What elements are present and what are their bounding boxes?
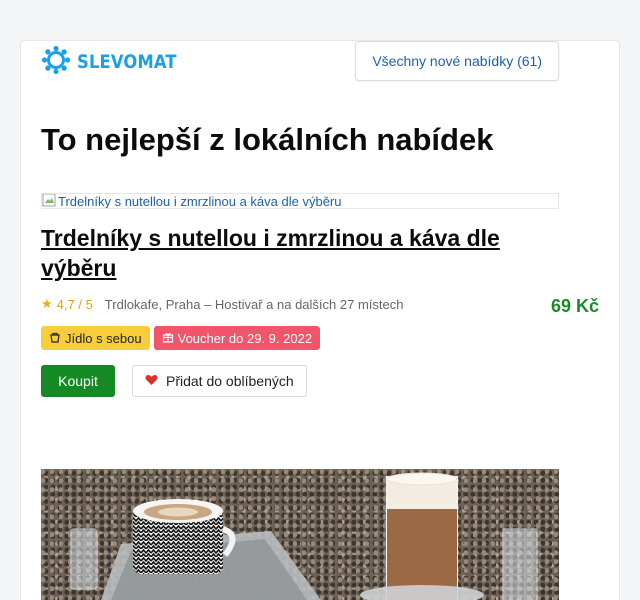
add-to-favorites-button[interactable]: Přidat do oblíbených (132, 365, 307, 397)
all-offers-button[interactable]: Všechny nové nabídky (61) (355, 41, 559, 81)
heart-icon (145, 373, 158, 389)
deal-price: 69 Kč (550, 296, 599, 316)
gift-icon (162, 331, 174, 346)
badge-voucher-label: Voucher do 29. 9. 2022 (177, 330, 313, 346)
badge-takeaway-label: Jídlo s sebou (65, 330, 142, 346)
deal-rating: 4,7 / 5 (56, 296, 93, 312)
add-to-favorites-label: Přidat do oblíbených (166, 373, 294, 389)
deal-meta: ★ 4,7 / 5 Trdlokafe, Praha – Hostivař a … (41, 296, 403, 312)
star-icon: ★ (41, 296, 53, 311)
deal-badges: Jídlo s sebou Voucher do 29. 9. 2022 (41, 326, 321, 350)
brand-name: SLEVOMAT (77, 51, 177, 73)
badge-voucher: Voucher do 29. 9. 2022 (153, 326, 321, 350)
badge-takeaway: Jídlo s sebou (41, 326, 150, 350)
slevomat-logo[interactable]: SLEVOMAT (41, 45, 193, 80)
broken-image-icon (42, 194, 56, 208)
deal-title-link[interactable]: Trdelníky s nutellou i zmrzlinou a káva … (41, 223, 521, 283)
deal-location: Trdlokafe, Praha – Hostivař a na dalších… (104, 296, 404, 312)
deal-image-alt: Trdelníky s nutellou i zmrzlinou a káva … (58, 193, 342, 209)
deal-actions: Koupit Přidat do oblíbených (41, 365, 307, 397)
page-heading: To nejlepší z lokálních nabídek (41, 122, 494, 157)
deal-image[interactable]: Trdelníky s nutellou i zmrzlinou a káva … (41, 193, 559, 209)
takeaway-icon (49, 331, 61, 346)
deal-photo[interactable] (41, 469, 559, 600)
buy-button[interactable]: Koupit (41, 365, 115, 397)
gear-icon (41, 45, 71, 80)
header: SLEVOMAT Všechny nové nabídky (61) (41, 41, 559, 87)
